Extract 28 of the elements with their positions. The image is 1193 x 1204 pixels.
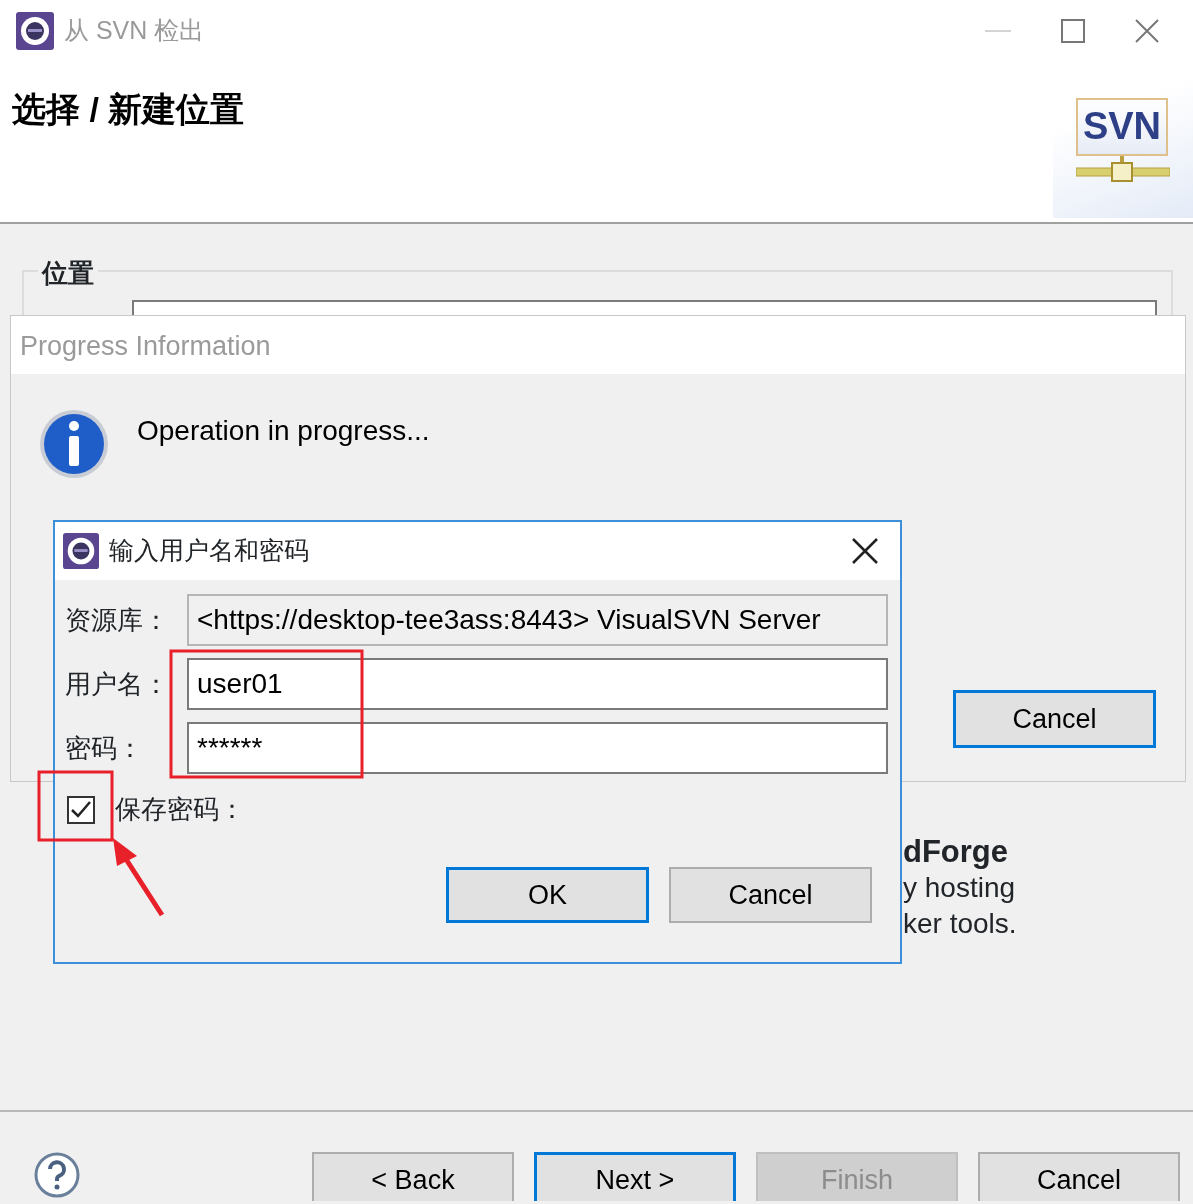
window-title: 从 SVN 检出 — [64, 15, 205, 47]
partial-heading: dForge — [903, 834, 1010, 870]
app-icon — [16, 12, 54, 50]
cancel-button[interactable]: Cancel — [953, 690, 1156, 748]
cancel-button[interactable]: Cancel — [669, 867, 872, 923]
partial-text: ker tools. — [903, 907, 1017, 941]
app-icon — [63, 533, 99, 569]
close-icon[interactable] — [852, 538, 878, 564]
save-password-checkbox[interactable] — [67, 795, 95, 824]
dialog-title: Progress Information — [20, 331, 271, 361]
next-button[interactable]: Next > — [534, 1152, 736, 1201]
input-field[interactable]: user01 — [187, 658, 888, 710]
checkbox-label: 保存密码： — [115, 793, 245, 826]
partial-text: y hosting — [903, 871, 1017, 905]
field-label: 资源库： — [65, 603, 170, 637]
ok-button[interactable]: OK — [446, 867, 649, 923]
maximize-icon[interactable] — [1061, 19, 1085, 43]
field-label: 密码： — [65, 731, 144, 765]
cancel-button[interactable]: Cancel — [978, 1152, 1180, 1201]
input-field[interactable]: ****** — [187, 722, 888, 774]
dialog-title: 输入用户名和密码 — [109, 535, 309, 567]
back-button[interactable]: < Back — [312, 1152, 514, 1201]
input-field[interactable]: <https://desktop-tee3ass:8443> VisualSVN Server — [187, 594, 888, 646]
field-label: 用户名： — [65, 667, 170, 701]
help-icon[interactable] — [34, 1152, 80, 1198]
progress-message: Operation in progress... — [137, 414, 430, 448]
page-title: 选择 / 新建位置 — [11, 89, 245, 130]
info-icon — [38, 408, 110, 480]
